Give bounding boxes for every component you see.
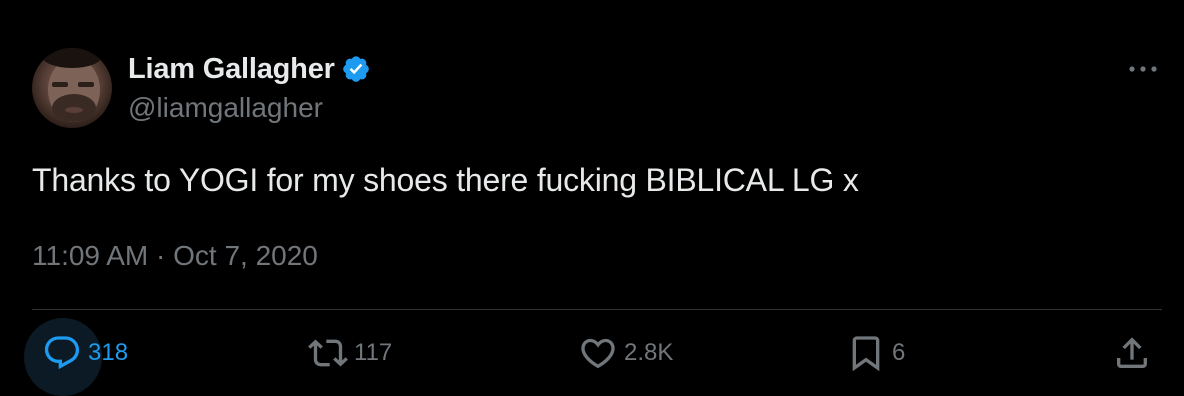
retweet-button[interactable]: 117 xyxy=(308,310,392,396)
author-handle[interactable]: @liamgallagher xyxy=(128,92,323,124)
like-count: 2.8K xyxy=(624,339,674,366)
reply-icon xyxy=(42,333,82,373)
author-name-row: Liam Gallagher xyxy=(128,50,373,88)
tweet-timestamp[interactable]: 11:09 AM · Oct 7, 2020 xyxy=(32,240,318,272)
tweet-text: Thanks to YOGI for my shoes there fuckin… xyxy=(32,162,859,198)
reply-count: 318 xyxy=(88,339,129,366)
bookmark-button[interactable]: 6 xyxy=(846,310,905,396)
avatar-image xyxy=(42,48,102,122)
tweet-card: Liam Gallagher @liamgallagher Thanks to … xyxy=(0,0,1184,396)
share-button[interactable] xyxy=(1112,310,1152,396)
action-bar: 318 117 2.8K 6 xyxy=(0,310,1184,396)
like-button[interactable]: 2.8K xyxy=(578,310,673,396)
avatar[interactable] xyxy=(32,48,112,128)
retweet-icon xyxy=(308,333,348,373)
author-display-name[interactable]: Liam Gallagher xyxy=(128,53,335,86)
bookmark-icon xyxy=(846,333,886,373)
reply-button[interactable]: 318 xyxy=(42,310,128,396)
share-icon xyxy=(1112,333,1152,373)
more-options-icon[interactable] xyxy=(1126,54,1160,84)
bookmark-count: 6 xyxy=(892,339,906,366)
heart-icon xyxy=(578,333,618,373)
retweet-count: 117 xyxy=(354,339,393,366)
verified-badge-icon xyxy=(341,53,373,85)
